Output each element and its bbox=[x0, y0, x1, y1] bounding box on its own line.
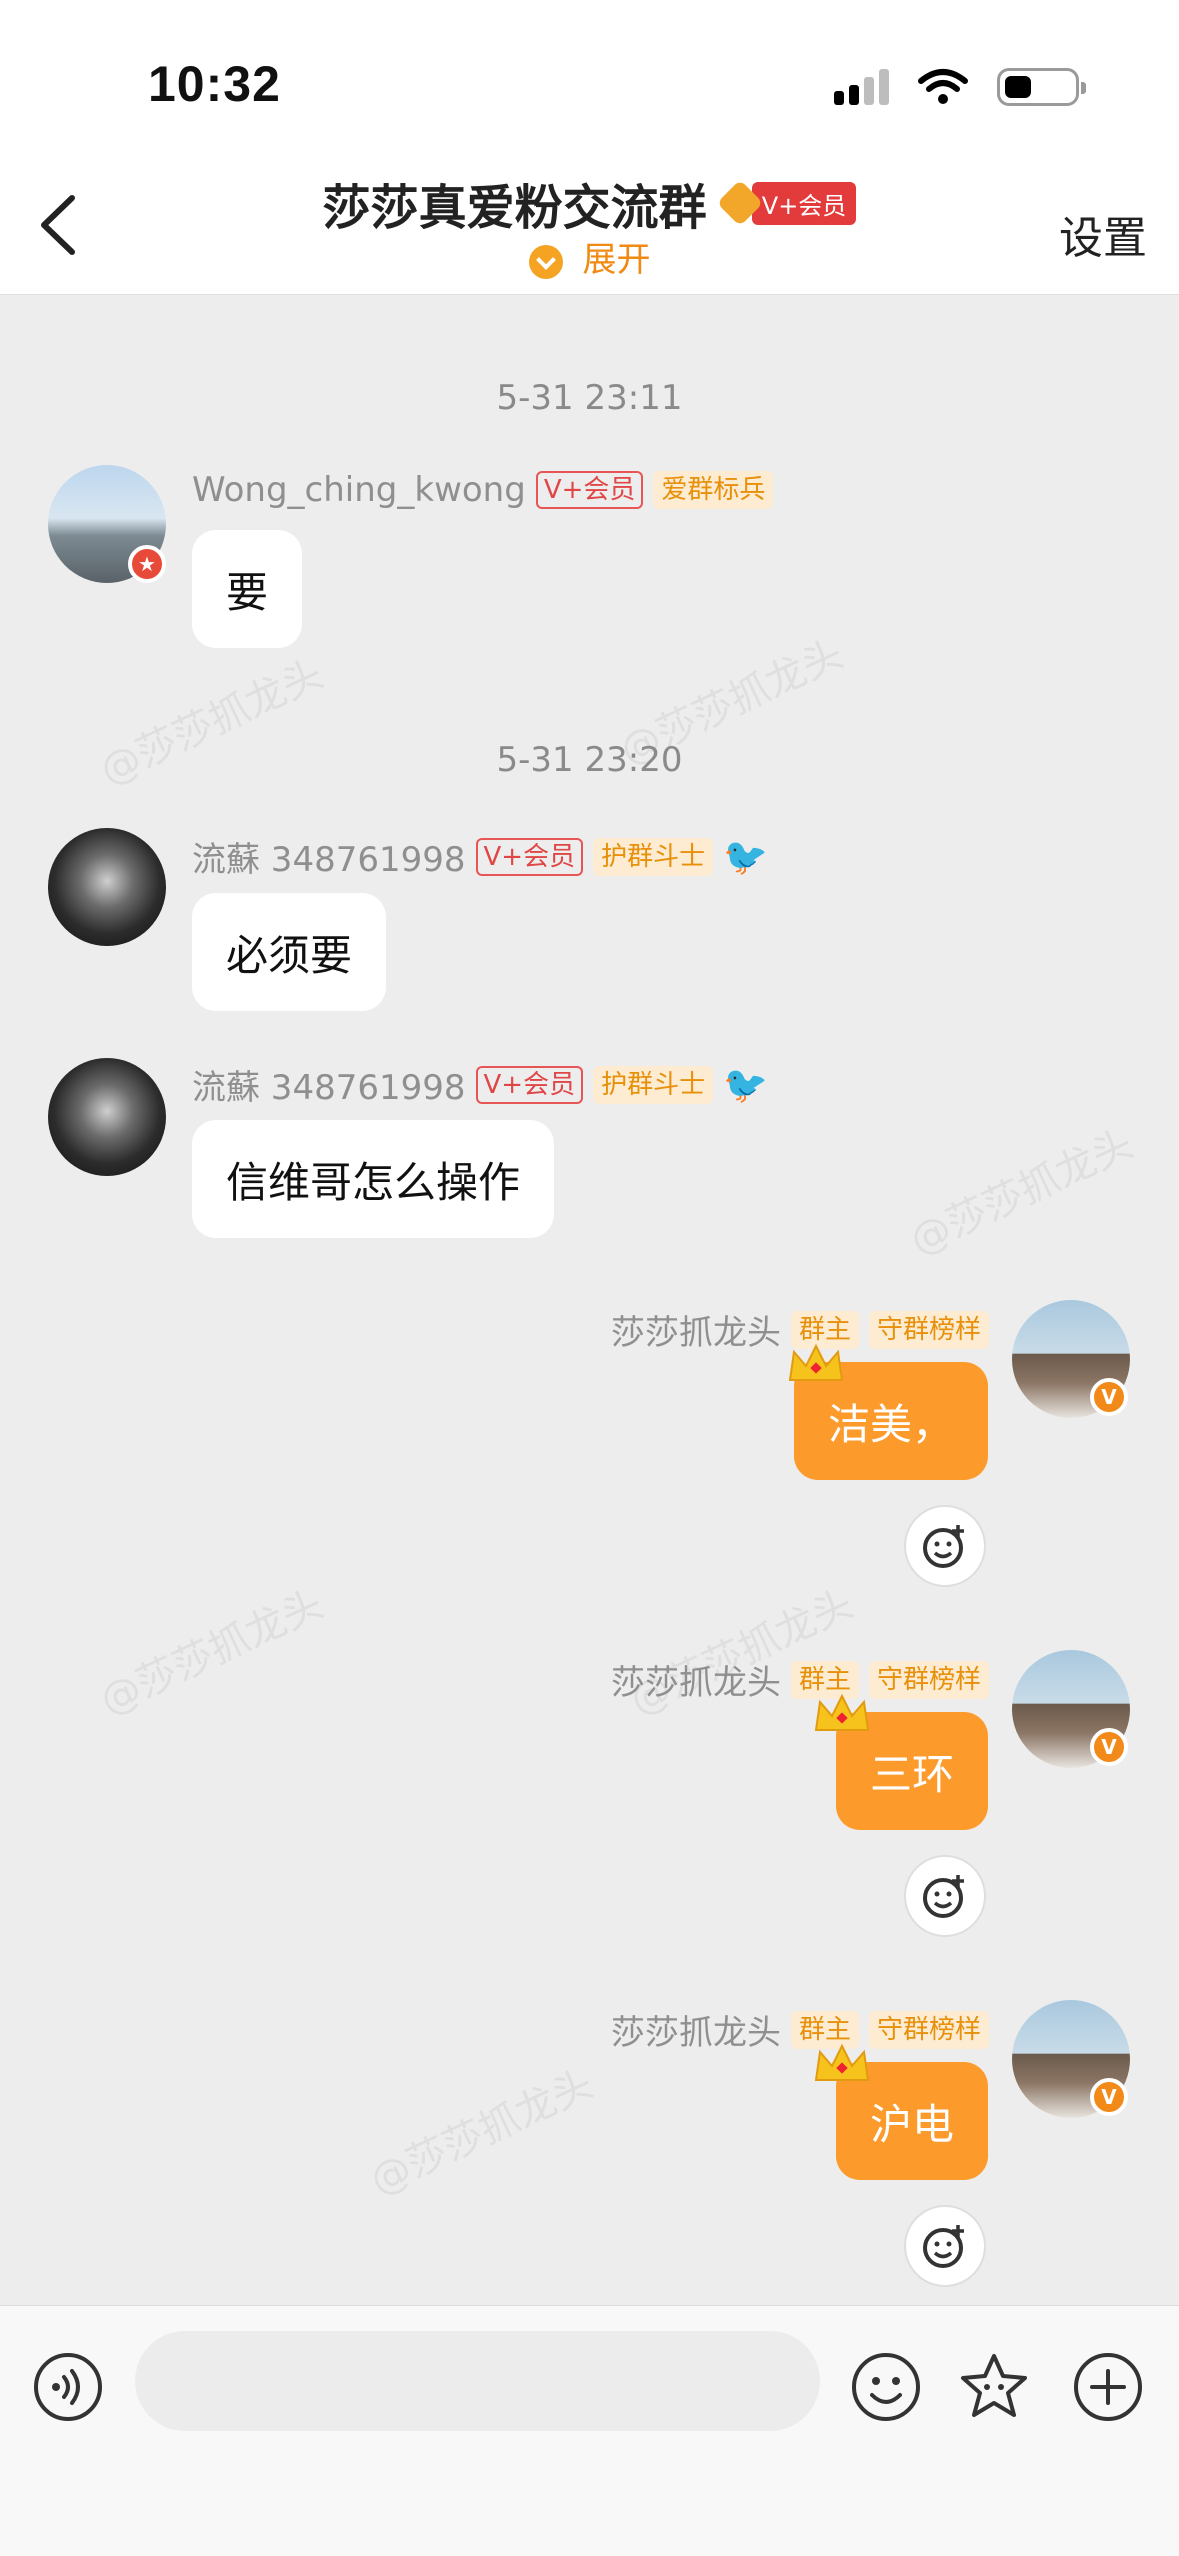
message-timestamp: 5-31 23:20 bbox=[496, 740, 683, 780]
input-bar bbox=[0, 2305, 1179, 2556]
status-icons bbox=[834, 62, 1086, 112]
add-reaction-icon bbox=[923, 1525, 964, 1568]
watermark: @莎莎抓龙头 bbox=[93, 1581, 331, 1725]
sticker-icon[interactable] bbox=[958, 2351, 1030, 2423]
message-bubble[interactable]: 要 bbox=[192, 530, 303, 648]
rank-tag: 守群榜样 bbox=[868, 1310, 989, 1349]
sender-name[interactable]: 莎莎抓龙头 bbox=[611, 1305, 781, 1354]
sender-name[interactable]: 莎莎抓龙头 bbox=[611, 2005, 781, 2054]
rank-tag: 爱群标兵 bbox=[653, 471, 774, 509]
group-title: 莎莎真爱粉交流群 bbox=[322, 180, 707, 236]
message-timestamp: 5-31 23:11 bbox=[496, 378, 683, 418]
battery-icon bbox=[997, 68, 1086, 106]
wifi-icon bbox=[918, 69, 968, 104]
message-bubble[interactable]: 必须要 bbox=[192, 893, 387, 1011]
vip-label: V+会员 bbox=[751, 181, 857, 225]
sender-name[interactable]: 莎莎抓龙头 bbox=[611, 1655, 781, 1704]
sender-row: 流蘇 348761998 V+会员 护群斗士 🐦 bbox=[192, 1060, 768, 1109]
cellular-signal-icon bbox=[834, 69, 889, 105]
watermark: @莎莎抓龙头 bbox=[903, 1121, 1141, 1265]
rank-tag: 护群斗士 bbox=[593, 837, 714, 876]
sender-row: 莎莎抓龙头 群主 守群榜样 bbox=[611, 1655, 989, 1704]
verified-badge-icon: V bbox=[1090, 1728, 1128, 1766]
sender-name[interactable]: 流蘇 348761998 bbox=[192, 832, 466, 881]
sender-row: Wong_ching_kwong V+会员 爱群标兵 bbox=[192, 470, 774, 510]
bird-icon: 🐦 bbox=[723, 1064, 768, 1106]
add-reaction-button[interactable] bbox=[904, 1505, 986, 1587]
member-tag: V+会员 bbox=[475, 1065, 584, 1104]
watermark: @莎莎抓龙头 bbox=[363, 2061, 601, 2205]
vip-badge: V+会员 bbox=[716, 179, 857, 227]
sender-row: 莎莎抓龙头 群主 守群榜样 bbox=[611, 2005, 989, 2054]
add-reaction-icon bbox=[923, 1875, 964, 1918]
rank-tag: 护群斗士 bbox=[593, 1065, 714, 1104]
add-reaction-button[interactable] bbox=[904, 1855, 986, 1937]
verified-badge-icon: V bbox=[1090, 1378, 1128, 1416]
chevron-down-icon bbox=[528, 244, 563, 279]
add-reaction-button[interactable] bbox=[904, 2205, 986, 2287]
chat-header: 莎莎真爱粉交流群 V+会员 展开 设置 bbox=[0, 160, 1179, 295]
sender-name[interactable]: Wong_ching_kwong bbox=[192, 470, 526, 510]
member-tag: V+会员 bbox=[475, 837, 584, 876]
badge-star-icon: ★ bbox=[128, 545, 166, 583]
verified-badge-icon: V bbox=[1090, 2078, 1128, 2116]
add-reaction-icon bbox=[923, 2225, 964, 2268]
voice-icon[interactable] bbox=[32, 2351, 104, 2423]
message-input[interactable] bbox=[135, 2331, 820, 2431]
message-bubble[interactable]: 信维哥怎么操作 bbox=[192, 1120, 555, 1238]
sender-row: 流蘇 348761998 V+会员 护群斗士 🐦 bbox=[192, 832, 768, 881]
sender-name[interactable]: 流蘇 348761998 bbox=[192, 1060, 466, 1109]
crown-icon bbox=[814, 1693, 870, 1731]
expand-label: 展开 bbox=[582, 240, 651, 280]
settings-button[interactable]: 设置 bbox=[1059, 202, 1147, 266]
avatar[interactable] bbox=[48, 1058, 166, 1176]
bird-icon: 🐦 bbox=[723, 836, 768, 878]
expand-button[interactable]: 展开 bbox=[0, 232, 1179, 281]
status-time: 10:32 bbox=[148, 56, 281, 112]
rank-tag: 守群榜样 bbox=[868, 1660, 989, 1699]
plus-icon[interactable] bbox=[1072, 2351, 1144, 2423]
emoji-icon[interactable] bbox=[850, 2351, 922, 2423]
avatar[interactable] bbox=[48, 828, 166, 946]
rank-tag: 守群榜样 bbox=[868, 2010, 989, 2049]
crown-icon bbox=[788, 1343, 844, 1381]
status-bar: 10:32 bbox=[0, 0, 1179, 160]
crown-icon bbox=[814, 2043, 870, 2081]
member-tag: V+会员 bbox=[535, 471, 644, 509]
